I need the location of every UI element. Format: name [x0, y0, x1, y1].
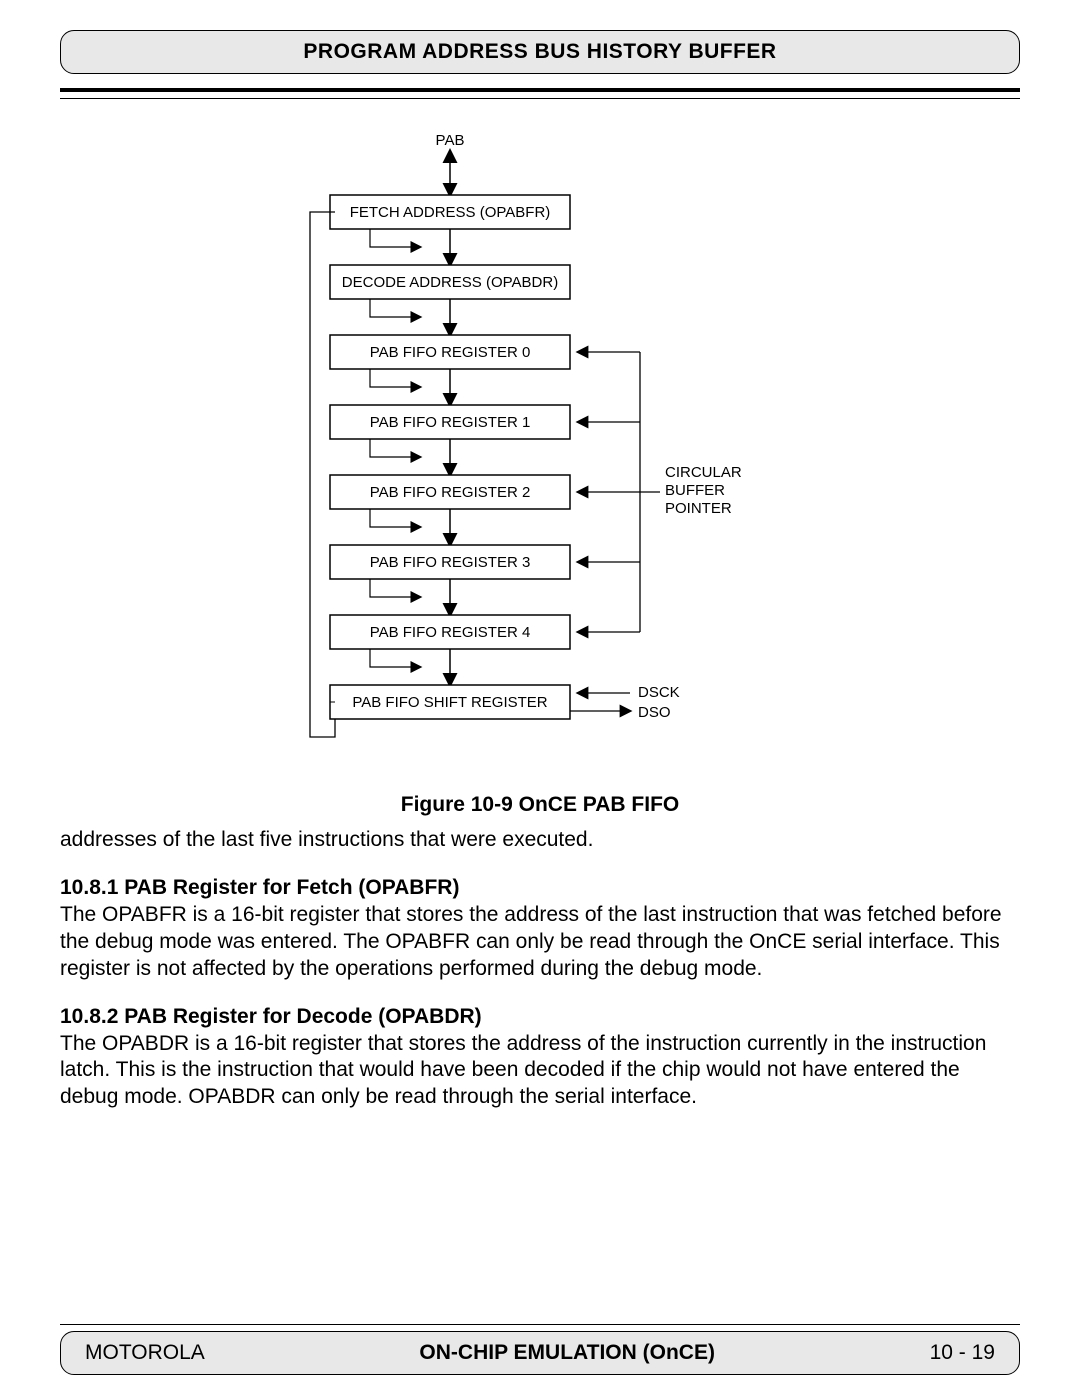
dsck-label: DSCK [638, 684, 680, 701]
section-2-body: The OPABDR is a 16-bit register that sto… [60, 1031, 1020, 1112]
intro-paragraph: addresses of the last five instructions … [60, 827, 1020, 854]
footer-center: ON-CHIP EMULATION (OnCE) [419, 1341, 715, 1365]
fifo-diagram: PAB FETCH ADDRESS (OPABFR) DECODE ADDRES… [220, 127, 860, 787]
box-fetch: FETCH ADDRESS (OPABFR) [350, 204, 551, 221]
header-rule-thin [60, 98, 1020, 99]
section-1-heading: 10.8.1 PAB Register for Fetch (OPABFR) [60, 876, 1020, 900]
box-fifo3: PAB FIFO REGISTER 3 [370, 554, 531, 571]
pointer-l1: CIRCULAR [665, 464, 742, 481]
box-fifo4: PAB FIFO REGISTER 4 [370, 624, 531, 641]
pab-label: PAB [436, 132, 465, 149]
figure-caption: Figure 10-9 OnCE PAB FIFO [60, 793, 1020, 817]
footer-rule [60, 1324, 1020, 1325]
section-1-body: The OPABFR is a 16-bit register that sto… [60, 902, 1020, 983]
page-header-bar: PROGRAM ADDRESS BUS HISTORY BUFFER [60, 30, 1020, 74]
box-fifo0: PAB FIFO REGISTER 0 [370, 344, 531, 361]
header-rule-thick [60, 88, 1020, 92]
pointer-l2: BUFFER [665, 482, 725, 499]
dso-label: DSO [638, 704, 671, 721]
box-decode: DECODE ADDRESS (OPABDR) [342, 274, 558, 291]
page-header-title: PROGRAM ADDRESS BUS HISTORY BUFFER [303, 40, 776, 63]
box-fifo2: PAB FIFO REGISTER 2 [370, 484, 531, 501]
footer-left: MOTOROLA [85, 1341, 205, 1365]
footer-bar: MOTOROLA ON-CHIP EMULATION (OnCE) 10 - 1… [60, 1331, 1020, 1375]
box-fifo1: PAB FIFO REGISTER 1 [370, 414, 531, 431]
box-shift: PAB FIFO SHIFT REGISTER [352, 694, 547, 711]
footer-right: 10 - 19 [930, 1341, 995, 1365]
pointer-l3: POINTER [665, 500, 732, 517]
page-footer: MOTOROLA ON-CHIP EMULATION (OnCE) 10 - 1… [60, 1324, 1020, 1375]
section-2-heading: 10.8.2 PAB Register for Decode (OPABDR) [60, 1005, 1020, 1029]
